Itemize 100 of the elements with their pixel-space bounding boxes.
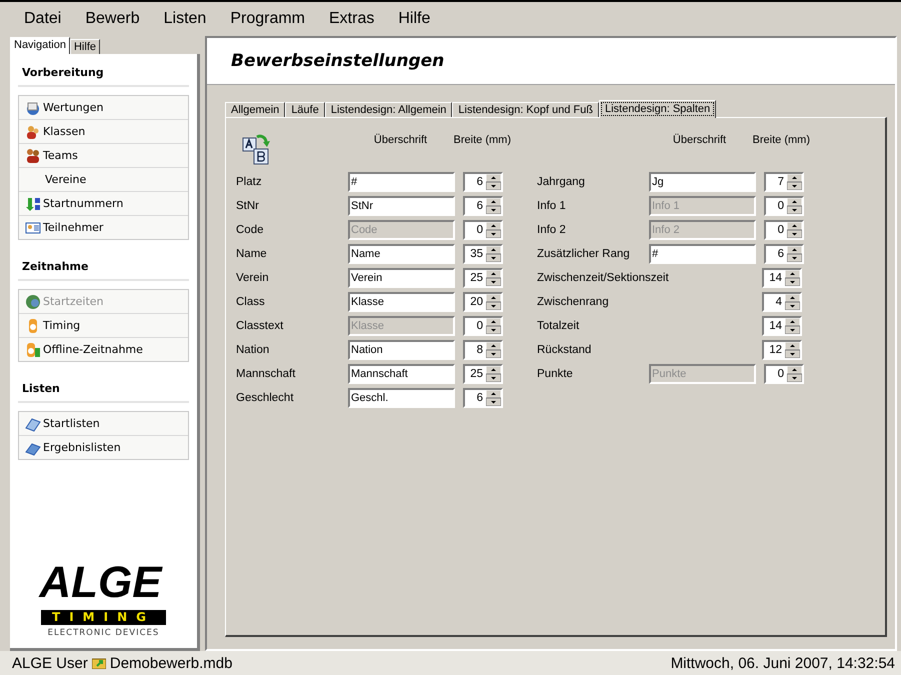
width-spinner[interactable]: 14 xyxy=(762,268,802,288)
caption-field[interactable]: Klasse xyxy=(348,292,455,312)
nav-item[interactable]: Teilnehmer xyxy=(19,216,188,239)
field-label: Zwischenzeit/Sektionszeit xyxy=(537,272,670,284)
caption-field[interactable]: # xyxy=(649,244,756,264)
spin-arrows-icon xyxy=(486,318,501,334)
width-spinner[interactable]: 6 xyxy=(463,388,503,408)
field-label: Verein xyxy=(236,272,270,284)
spin-arrows-icon xyxy=(785,342,800,358)
page-title: Bewerbseinstellungen xyxy=(231,51,444,71)
column-heading: Breite (mm) xyxy=(453,134,511,148)
width-spinner[interactable]: 14 xyxy=(762,316,802,336)
menu-item[interactable]: Programm xyxy=(218,10,317,28)
caption-field[interactable]: Geschl. xyxy=(348,388,455,408)
spin-arrows-icon xyxy=(787,198,802,214)
spin-arrows-icon xyxy=(486,270,501,286)
section-heading: Listen xyxy=(22,382,60,395)
menu-item[interactable]: Extras xyxy=(317,10,386,28)
width-spinner[interactable]: 6 xyxy=(463,172,503,192)
spin-arrows-icon xyxy=(486,198,501,214)
width-spinner[interactable]: 35 xyxy=(463,244,503,264)
spin-arrows-icon xyxy=(787,174,802,190)
width-spinner[interactable]: 25 xyxy=(463,364,503,384)
field-label: Mannschaft xyxy=(236,368,296,380)
width-spinner[interactable]: 20 xyxy=(463,292,503,312)
menu-item[interactable]: Hilfe xyxy=(386,10,442,28)
nav-item[interactable]: Vereine xyxy=(19,168,188,192)
nav-item[interactable]: Teams xyxy=(19,144,188,168)
column-heading: Überschrift xyxy=(672,134,728,148)
panel-tab[interactable]: Navigation xyxy=(10,37,70,54)
spin-arrows-icon xyxy=(486,342,501,358)
width-spinner[interactable]: 6 xyxy=(764,244,804,264)
spin-arrows-icon xyxy=(785,318,800,334)
field-label: Zwischenrang xyxy=(537,296,610,308)
spin-arrows-icon xyxy=(486,174,501,190)
caption-field[interactable]: Mannschaft xyxy=(348,364,455,384)
field-label: Geschlecht xyxy=(236,392,295,404)
tab[interactable]: Listendesign: Kopf und Fuß xyxy=(452,102,599,117)
field-label: Zusätzlicher Rang xyxy=(537,248,631,260)
field-label: Totalzeit xyxy=(537,320,580,332)
field-label: Class xyxy=(236,296,266,308)
status-user: ALGE User xyxy=(12,654,88,672)
folder-icon xyxy=(92,657,106,669)
panel-tab[interactable]: Hilfe xyxy=(70,39,100,54)
field-label: Info 1 xyxy=(537,200,567,212)
width-spinner[interactable]: 6 xyxy=(463,196,503,216)
width-spinner[interactable]: 7 xyxy=(764,172,804,192)
menu-item[interactable]: Datei xyxy=(12,10,74,28)
field-label: Nation xyxy=(236,344,270,356)
section-heading: Vorbereitung xyxy=(22,66,104,79)
field-label: Info 2 xyxy=(537,224,567,236)
field-label: Code xyxy=(236,224,264,236)
nav-item[interactable]: Timing xyxy=(19,314,188,338)
field-label: Platz xyxy=(236,176,263,188)
caption-field[interactable]: # xyxy=(348,172,455,192)
spin-arrows-icon xyxy=(785,270,800,286)
spin-arrows-icon xyxy=(486,294,501,310)
caption-field[interactable]: Name xyxy=(348,244,455,264)
column-heading: Überschrift xyxy=(372,134,428,148)
spin-arrows-icon xyxy=(785,294,800,310)
spin-arrows-icon xyxy=(486,222,501,238)
width-spinner[interactable]: 4 xyxy=(762,292,802,312)
field-label: Name xyxy=(236,248,268,260)
logo-band: TIMING xyxy=(41,610,166,625)
field-label: StNr xyxy=(236,200,260,212)
logo-name: ALGE xyxy=(39,558,164,608)
spin-arrows-icon xyxy=(787,366,802,382)
spin-arrows-icon xyxy=(486,246,501,262)
field-label: Punkte xyxy=(537,368,574,380)
nav-item[interactable]: Startlisten xyxy=(19,412,188,436)
menu-item[interactable]: Listen xyxy=(152,10,218,28)
field-label: Jahrgang xyxy=(537,176,586,188)
width-spinner[interactable]: 12 xyxy=(762,340,802,360)
nav-item[interactable]: Offline-Zeitnahme xyxy=(19,338,188,361)
status-datetime: Mittwoch, 06. Juni 2007, 14:32:54 xyxy=(670,654,895,672)
status-file: Demobewerb.mdb xyxy=(110,654,232,672)
width-spinner[interactable]: 8 xyxy=(463,340,503,360)
nav-item[interactable]: Klassen xyxy=(19,120,188,144)
spin-arrows-icon xyxy=(787,222,802,238)
caption-field[interactable]: Verein xyxy=(348,268,455,288)
nav-item[interactable]: Wertungen xyxy=(19,96,188,120)
caption-field[interactable]: Jg xyxy=(649,172,756,192)
field-label: Classtext xyxy=(236,320,284,332)
section-heading: Zeitnahme xyxy=(22,260,88,273)
field-label: Rückstand xyxy=(537,344,592,356)
tab[interactable]: Allgemein xyxy=(225,102,286,117)
spin-arrows-icon xyxy=(486,390,501,406)
caption-field[interactable]: Nation xyxy=(348,340,455,360)
menu-item[interactable]: Bewerb xyxy=(73,10,152,28)
swap-letters-icon xyxy=(242,132,270,166)
nav-item[interactable]: Ergebnislisten xyxy=(19,436,188,459)
tab[interactable]: Listendesign: Allgemein xyxy=(324,102,452,117)
column-heading: Breite (mm) xyxy=(752,134,810,148)
tab[interactable]: Läufe xyxy=(285,102,325,117)
logo-tagline: ELECTRONIC DEVICES xyxy=(48,628,160,638)
caption-field[interactable]: StNr xyxy=(348,196,455,216)
spin-arrows-icon xyxy=(486,366,501,382)
tab[interactable]: Listendesign: Spalten xyxy=(598,100,716,118)
width-spinner[interactable]: 25 xyxy=(463,268,503,288)
nav-item[interactable]: Startnummern xyxy=(19,192,188,216)
